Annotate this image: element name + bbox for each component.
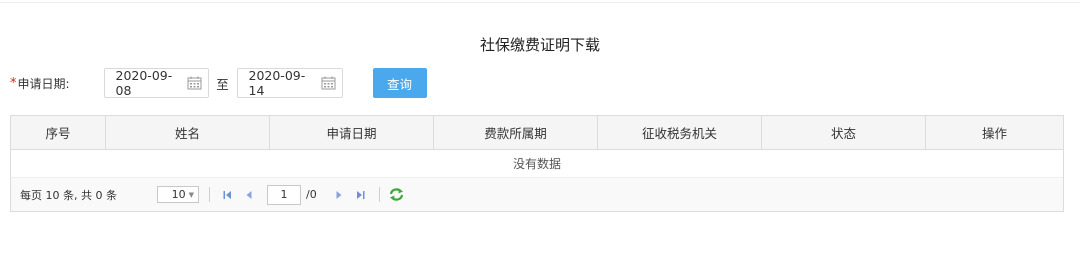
prev-page-icon[interactable]	[241, 187, 257, 203]
column-header-period[interactable]: 费款所属期	[434, 116, 598, 149]
page-size-select[interactable]: 10 ▼	[157, 186, 199, 203]
results-table: 序号 姓名 申请日期 费款所属期 征收税务机关 状态 操作 没有数据 每页 10…	[10, 115, 1064, 212]
start-date-value: 2020-09-08	[115, 68, 173, 98]
page-title: 社保缴费证明下载	[479, 36, 600, 54]
pager-divider	[209, 187, 210, 202]
pagination-bar: 每页 10 条, 共 0 条 10 ▼ 1 /0	[11, 178, 1063, 211]
start-date-input[interactable]: 2020-09-08	[103, 68, 209, 98]
table-header: 序号 姓名 申请日期 费款所属期 征收税务机关 状态 操作	[11, 116, 1063, 150]
column-header-tax-office[interactable]: 征收税务机关	[598, 116, 762, 149]
search-form: * 申请日期: 2020-09-08 至 2020-09-14 查询	[10, 68, 427, 98]
to-label: 至	[216, 76, 229, 92]
current-page-input[interactable]: 1	[267, 184, 301, 205]
query-button[interactable]: 查询	[372, 68, 427, 98]
column-header-status[interactable]: 状态	[762, 116, 926, 149]
empty-message: 没有数据	[11, 150, 1063, 178]
column-header-actions[interactable]: 操作	[926, 116, 1063, 149]
last-page-icon[interactable]	[353, 187, 369, 203]
top-divider	[0, 2, 1080, 3]
required-mark: *	[10, 75, 17, 91]
column-header-apply-date[interactable]: 申请日期	[270, 116, 434, 149]
total-pages: /0	[306, 188, 317, 201]
pager-divider	[378, 187, 380, 202]
column-header-index[interactable]: 序号	[11, 116, 106, 149]
calendar-icon[interactable]	[321, 76, 336, 90]
date-label: 申请日期:	[17, 76, 70, 91]
pagination-info: 每页 10 条, 共 0 条	[20, 188, 117, 202]
end-date-input[interactable]: 2020-09-14	[236, 68, 343, 98]
first-page-icon[interactable]	[219, 187, 235, 203]
end-date-value: 2020-09-14	[248, 68, 306, 98]
column-header-name[interactable]: 姓名	[106, 116, 270, 149]
calendar-icon[interactable]	[187, 76, 202, 90]
dropdown-caret-icon: ▼	[188, 190, 194, 199]
refresh-icon[interactable]	[389, 187, 405, 203]
page-size-value: 10	[171, 188, 186, 201]
next-page-icon[interactable]	[331, 187, 347, 203]
